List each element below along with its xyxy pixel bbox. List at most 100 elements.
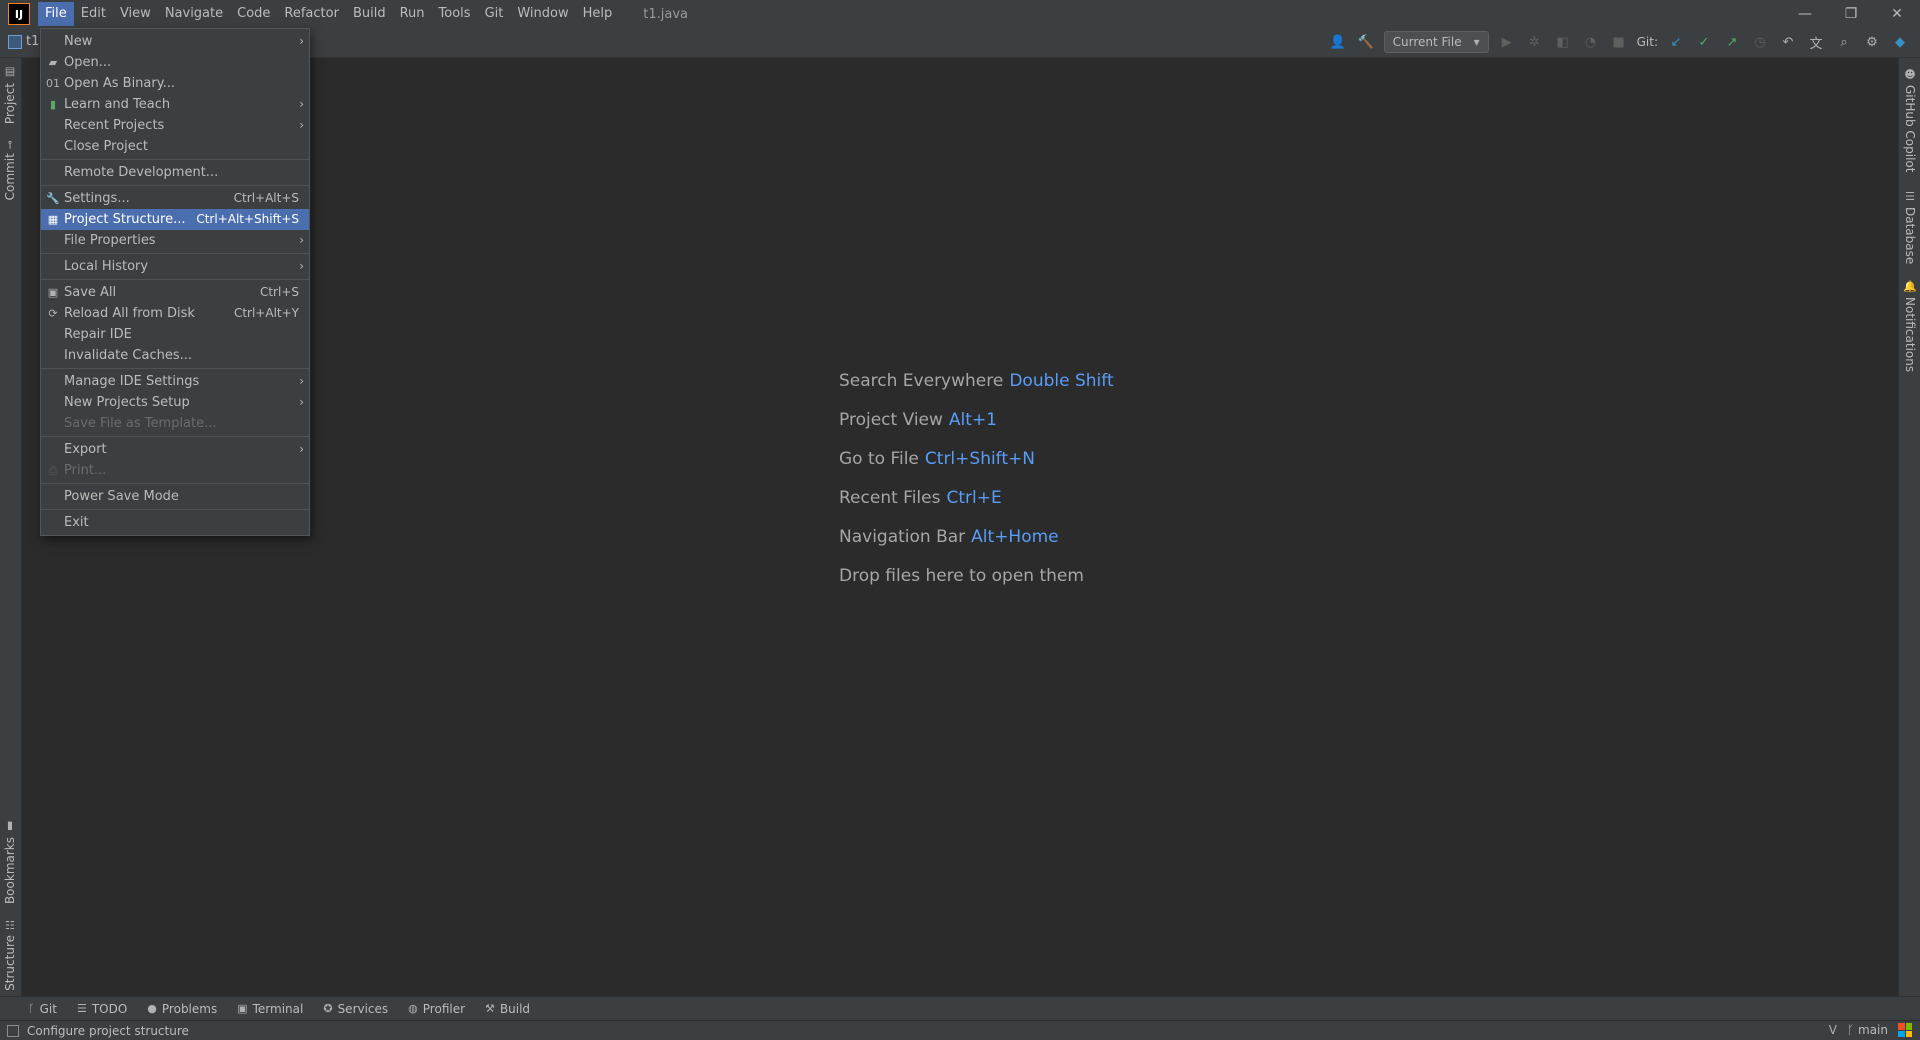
project-tool-tab[interactable]: Project ▤ xyxy=(3,66,17,124)
git-history-icon[interactable]: ◷ xyxy=(1750,32,1770,52)
gear-icon[interactable]: ⚙ xyxy=(1862,32,1882,52)
menu-edit[interactable]: Edit xyxy=(74,2,113,26)
status-widgets: V ᚴ main xyxy=(1829,1023,1912,1037)
git-branch-widget[interactable]: ᚴ main xyxy=(1847,1023,1888,1037)
menu-git[interactable]: Git xyxy=(478,2,511,26)
menu-view[interactable]: View xyxy=(113,2,158,26)
stop-icon[interactable]: ■ xyxy=(1609,32,1629,52)
hint-shortcut: Double Shift xyxy=(1009,371,1114,391)
file-menu-repair-ide[interactable]: Repair IDE xyxy=(41,324,309,345)
build-hammer-icon[interactable]: 🔨 xyxy=(1356,32,1376,52)
project-breadcrumb[interactable]: t1 xyxy=(8,34,39,49)
file-menu-recent-projects[interactable]: Recent Projects › xyxy=(41,115,309,136)
bookmarks-tool-tab[interactable]: Bookmarks ▮ xyxy=(3,820,17,904)
notifications-tool-tab[interactable]: 🔔 Notifications xyxy=(1903,280,1917,373)
menu-help[interactable]: Help xyxy=(576,2,620,26)
file-menu-reload-all[interactable]: ⟳ Reload All from Disk Ctrl+Alt+Y xyxy=(41,303,309,324)
tool-profiler[interactable]: ◍ Profiler xyxy=(408,1002,465,1016)
tool-label: TODO xyxy=(91,1001,128,1016)
tool-label: Build xyxy=(499,1001,531,1016)
git-commit-icon[interactable]: ✓ xyxy=(1694,32,1714,52)
menu-window[interactable]: Window xyxy=(510,2,575,26)
menu-separator xyxy=(41,159,309,160)
toolbar-actions: 👤 🔨 Current File ▶ ✲ ◧ ◔ ■ Git: ↙ ✓ ↗ ◷ … xyxy=(1328,31,1910,53)
file-menu-learn-and-teach[interactable]: ▮ Learn and Teach › xyxy=(41,94,309,115)
status-toggle-icon[interactable] xyxy=(7,1024,19,1037)
file-menu-save-file-as-template[interactable]: Save File as Template... xyxy=(41,413,309,434)
tool-problems[interactable]: ● Problems xyxy=(147,1002,217,1016)
menu-item-label: Settings... xyxy=(64,191,130,206)
file-menu-exit[interactable]: Exit xyxy=(41,512,309,533)
run-configuration-select[interactable]: Current File xyxy=(1383,31,1489,53)
file-menu-open[interactable]: ▰ Open... xyxy=(41,52,309,73)
file-menu-close-project[interactable]: Close Project xyxy=(41,136,309,157)
menu-code[interactable]: Code xyxy=(230,2,277,26)
chevron-right-icon: › xyxy=(299,34,304,48)
tool-todo[interactable]: ☰ TODO xyxy=(77,1002,127,1016)
minimize-button[interactable]: — xyxy=(1782,0,1828,28)
project-tool-label: Project xyxy=(3,83,17,125)
file-menu-file-properties[interactable]: File Properties › xyxy=(41,230,309,251)
git-update-icon[interactable]: ↙ xyxy=(1666,32,1686,52)
hint-shortcut: Alt+Home xyxy=(971,527,1059,547)
menu-item-shortcut: Ctrl+Alt+Y xyxy=(233,306,299,320)
menu-refactor[interactable]: Refactor xyxy=(277,2,346,26)
run-icon[interactable]: ▶ xyxy=(1497,32,1517,52)
menu-run[interactable]: Run xyxy=(393,2,432,26)
file-menu-settings[interactable]: 🔧 Settings... Ctrl+Alt+S xyxy=(41,188,309,209)
debug-icon[interactable]: ✲ xyxy=(1525,32,1545,52)
file-menu-new[interactable]: New › xyxy=(41,31,309,52)
tool-label: Profiler xyxy=(422,1001,466,1016)
menu-item-shortcut: Ctrl+Alt+Shift+S xyxy=(196,212,299,226)
file-menu-manage-ide-settings[interactable]: Manage IDE Settings › xyxy=(41,371,309,392)
file-menu-export[interactable]: Export › xyxy=(41,439,309,460)
menu-item-label: Repair IDE xyxy=(64,327,132,342)
menu-separator xyxy=(41,185,309,186)
user-account-icon[interactable]: 👤 xyxy=(1328,32,1348,52)
file-menu-local-history[interactable]: Local History › xyxy=(41,256,309,277)
menu-separator xyxy=(41,436,309,437)
menu-item-label: Reload All from Disk xyxy=(64,306,195,321)
tool-terminal[interactable]: ▣ Terminal xyxy=(237,1002,303,1016)
terminal-icon: ▣ xyxy=(237,1002,248,1015)
tool-build[interactable]: ⚒ Build xyxy=(485,1002,530,1016)
file-menu-power-save-mode[interactable]: Power Save Mode xyxy=(41,486,309,507)
menu-item-label: Invalidate Caches... xyxy=(64,348,193,363)
hint-shortcut: Ctrl+Shift+N xyxy=(924,449,1035,469)
menu-build[interactable]: Build xyxy=(346,2,393,26)
commit-tool-tab[interactable]: Commit ⊸ xyxy=(3,140,17,200)
copilot-tool-tab[interactable]: ☻ GitHub Copilot xyxy=(1903,68,1917,172)
structure-tool-tab[interactable]: Structure ☷ xyxy=(3,918,17,991)
file-menu-open-as-binary[interactable]: 01 Open As Binary... xyxy=(41,73,309,94)
hint-label: Search Everywhere xyxy=(839,371,1004,391)
search-icon[interactable]: ⌕ xyxy=(1834,32,1854,52)
menu-file[interactable]: File xyxy=(38,2,74,26)
tool-git[interactable]: ᚴ Git xyxy=(28,1002,57,1016)
database-tool-tab[interactable]: ☰ Database xyxy=(1903,190,1917,264)
hint-label: Go to File xyxy=(839,449,919,469)
tool-services[interactable]: ✪ Services xyxy=(323,1002,388,1016)
vim-mode-icon[interactable]: V xyxy=(1829,1023,1837,1037)
file-menu-project-structure[interactable]: ▦ Project Structure... Ctrl+Alt+Shift+S xyxy=(41,209,309,230)
restore-button[interactable]: ❐ xyxy=(1828,0,1874,28)
close-button[interactable]: ✕ xyxy=(1874,0,1920,28)
hint-recent-files: Recent Files Ctrl+E xyxy=(839,488,1114,527)
file-menu-print[interactable]: ⎙ Print... xyxy=(41,460,309,481)
translate-icon[interactable]: 文 xyxy=(1806,32,1826,52)
toolbox-icon[interactable]: ◆ xyxy=(1890,32,1910,52)
git-push-icon[interactable]: ↗ xyxy=(1722,32,1742,52)
bell-icon: 🔔 xyxy=(1903,280,1917,294)
coverage-icon[interactable]: ◧ xyxy=(1553,32,1573,52)
menu-navigate[interactable]: Navigate xyxy=(158,2,230,26)
intellij-logo-icon[interactable]: IJ xyxy=(8,3,30,25)
file-menu-remote-development[interactable]: Remote Development... xyxy=(41,162,309,183)
hint-shortcut: Ctrl+E xyxy=(946,488,1002,508)
menu-separator xyxy=(41,279,309,280)
profile-icon[interactable]: ◔ xyxy=(1581,32,1601,52)
menu-tools[interactable]: Tools xyxy=(432,2,478,26)
file-menu-invalidate-caches[interactable]: Invalidate Caches... xyxy=(41,345,309,366)
file-menu-save-all[interactable]: ▣ Save All Ctrl+S xyxy=(41,282,309,303)
rollback-icon[interactable]: ↶ xyxy=(1778,32,1798,52)
problems-icon: ● xyxy=(147,1002,157,1015)
file-menu-new-projects-setup[interactable]: New Projects Setup › xyxy=(41,392,309,413)
